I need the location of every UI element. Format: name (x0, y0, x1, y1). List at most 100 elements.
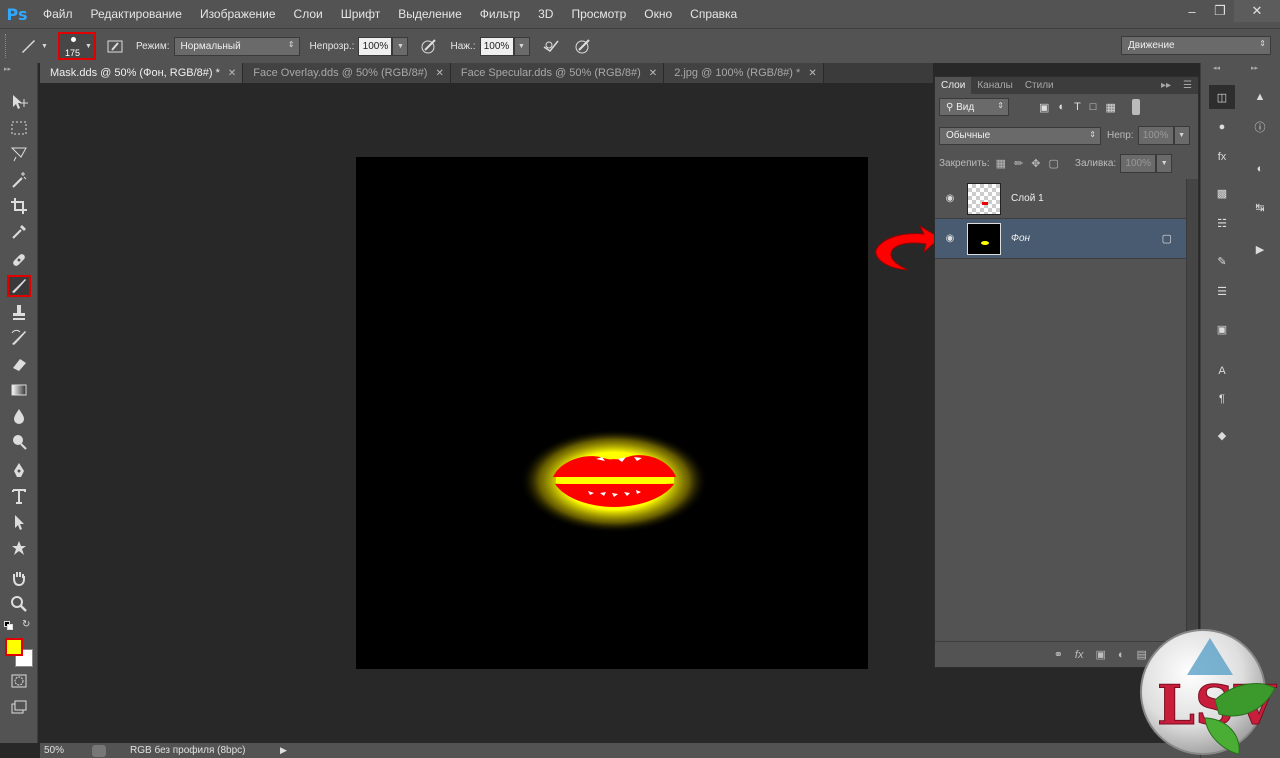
swap-colors-icon[interactable]: ↻ (22, 619, 30, 630)
lock-transparent-icon[interactable]: ▦ (996, 157, 1006, 170)
paragraph-panel-icon[interactable]: ¶ (1209, 387, 1235, 411)
fill-dropdown[interactable]: ▼ (1156, 154, 1173, 173)
menu-file[interactable]: Файл (34, 0, 82, 28)
gradient-tool-icon[interactable] (7, 379, 31, 401)
layers-panel-icon[interactable]: ◫ (1209, 85, 1235, 109)
channels-panel-icon[interactable]: ● (1209, 115, 1235, 139)
filter-smart-object-icon[interactable]: ▦ (1105, 101, 1115, 114)
airbrush-icon[interactable] (540, 35, 562, 57)
brush-panel-icon[interactable] (104, 35, 126, 57)
tab-mask[interactable]: Mask.dds @ 50% (Фон, RGB/8#) * ✕ (40, 63, 244, 83)
layer-opacity-dropdown[interactable]: ▼ (1173, 126, 1190, 145)
screen-mode-icon[interactable] (7, 697, 31, 719)
link-layers-icon[interactable]: ⚭ (1054, 648, 1063, 661)
brush-presets-icon[interactable]: ☰ (1209, 279, 1235, 303)
shape-tool-icon[interactable] (7, 537, 31, 559)
menu-view[interactable]: Просмотр (562, 0, 635, 28)
clone-stamp-tool-icon[interactable] (7, 301, 31, 323)
status-menu-arrow-icon[interactable]: ▶ (280, 745, 287, 756)
filter-type-icon[interactable]: T (1074, 101, 1081, 114)
pressure-opacity-icon[interactable] (418, 35, 440, 57)
menu-type[interactable]: Шрифт (332, 0, 389, 28)
layer-row-layer1[interactable]: ◉ Слой 1 (935, 179, 1186, 219)
histogram-icon[interactable]: ▲ (1247, 85, 1273, 109)
crop-tool-icon[interactable] (7, 195, 31, 217)
hand-tool-icon[interactable] (7, 567, 31, 589)
tab-face-overlay[interactable]: Face Overlay.dds @ 50% (RGB/8#) ✕ (243, 63, 451, 83)
close-button[interactable]: ✕ (1234, 0, 1280, 22)
menu-3d[interactable]: 3D (529, 0, 562, 28)
eyedropper-tool-icon[interactable] (7, 221, 31, 243)
actions-icon[interactable]: ↹ (1247, 195, 1273, 219)
clone-source-icon[interactable]: ▣ (1209, 317, 1235, 341)
layer-row-background[interactable]: ◉ Фон ▢ (935, 219, 1186, 259)
lock-position-icon[interactable]: ✥ (1031, 157, 1040, 170)
collapse-arrows-icon[interactable]: ▸▸ (4, 65, 11, 73)
filter-toggle[interactable] (1131, 99, 1140, 115)
tab-styles[interactable]: Стили (1019, 77, 1060, 94)
character-panel-icon[interactable]: A (1209, 359, 1235, 383)
blur-tool-icon[interactable] (7, 405, 31, 427)
info-panel-icon[interactable]: ⓘ (1247, 115, 1273, 139)
blend-mode-select[interactable]: Обычные ⇕ (939, 126, 1101, 145)
3d-panel-icon[interactable]: ◆ (1209, 423, 1235, 447)
add-mask-icon[interactable]: ▣ (1095, 648, 1105, 661)
lasso-tool-icon[interactable] (7, 143, 31, 165)
tab-face-specular[interactable]: Face Specular.dds @ 50% (RGB/8#) ✕ (450, 63, 665, 83)
fx-icon[interactable]: fx (1075, 649, 1084, 661)
menu-help[interactable]: Справка (681, 0, 746, 28)
collapse-arrows-icon[interactable]: ▸▸ (1251, 64, 1258, 72)
panel-menu-icon[interactable]: ☰ (1177, 77, 1198, 94)
zoom-tool-icon[interactable] (7, 593, 31, 615)
collapse-arrows-icon[interactable]: ◂◂ (1213, 64, 1220, 72)
close-icon[interactable]: ✕ (435, 68, 443, 79)
zoom-level[interactable]: 50% (40, 745, 88, 756)
visibility-eye-icon[interactable]: ◉ (935, 233, 965, 244)
visibility-eye-icon[interactable]: ◉ (935, 193, 965, 204)
close-icon[interactable]: ✕ (649, 68, 657, 79)
lock-pixels-icon[interactable]: ✏ (1014, 157, 1023, 170)
mode-select[interactable]: Нормальный ⇕ (173, 36, 300, 56)
adjustment-layer-icon[interactable]: ◐ (1118, 649, 1125, 661)
menu-image[interactable]: Изображение (191, 0, 285, 28)
menu-layers[interactable]: Слои (285, 0, 332, 28)
lock-all-icon[interactable]: ▢ (1049, 157, 1059, 170)
pressure-dropdown[interactable]: ▼ (513, 36, 530, 56)
opacity-dropdown[interactable]: ▼ (392, 36, 409, 56)
play-icon[interactable]: ▶ (1247, 237, 1273, 261)
menu-select[interactable]: Выделение (389, 0, 471, 28)
menu-edit[interactable]: Редактирование (82, 0, 191, 28)
collapse-icon[interactable]: ▸▸ (1155, 77, 1177, 94)
pressure-field[interactable]: 100% (479, 36, 514, 56)
path-selection-tool-icon[interactable] (7, 511, 31, 533)
tool-preset-arrow-icon[interactable]: ▼ (41, 43, 48, 50)
marquee-tool-icon[interactable] (7, 117, 31, 139)
layers-scrollbar[interactable] (1186, 179, 1198, 643)
history-panel-icon[interactable]: ☵ (1209, 211, 1235, 235)
tab-layers[interactable]: Слои (935, 77, 972, 94)
tab-2-jpg[interactable]: 2.jpg @ 100% (RGB/8#) * ✕ (664, 63, 824, 83)
pen-tool-icon[interactable] (7, 459, 31, 481)
healing-brush-tool-icon[interactable] (7, 249, 31, 271)
close-icon[interactable]: ✕ (228, 68, 236, 79)
move-tool-icon[interactable] (7, 91, 31, 113)
status-share-icon[interactable] (92, 744, 106, 757)
maximize-button[interactable]: ❐ (1206, 0, 1234, 22)
layer-name[interactable]: Слой 1 (1011, 193, 1044, 204)
opacity-field[interactable]: 100% (358, 36, 393, 56)
swatches-panel-icon[interactable]: ▩ (1209, 181, 1235, 205)
tab-channels[interactable]: Каналы (971, 77, 1019, 94)
filter-pixel-icon[interactable]: ▣ (1039, 101, 1049, 114)
type-tool-icon[interactable] (7, 485, 31, 507)
layer-name[interactable]: Фон (1011, 233, 1030, 244)
layer-opacity-field[interactable]: 100% (1137, 126, 1174, 145)
history-brush-tool-icon[interactable] (7, 327, 31, 349)
adjustments-icon[interactable]: ◐ (1247, 157, 1273, 181)
brush-tool-icon[interactable] (17, 35, 39, 57)
workspace-select[interactable]: Движение ⇕ (1121, 36, 1271, 55)
brush-panel-icon[interactable]: ✎ (1209, 249, 1235, 273)
filter-adjustment-icon[interactable]: ◐ (1058, 101, 1065, 114)
document-canvas[interactable] (356, 157, 868, 669)
eraser-tool-icon[interactable] (7, 353, 31, 375)
minimize-button[interactable]: – (1178, 0, 1206, 22)
